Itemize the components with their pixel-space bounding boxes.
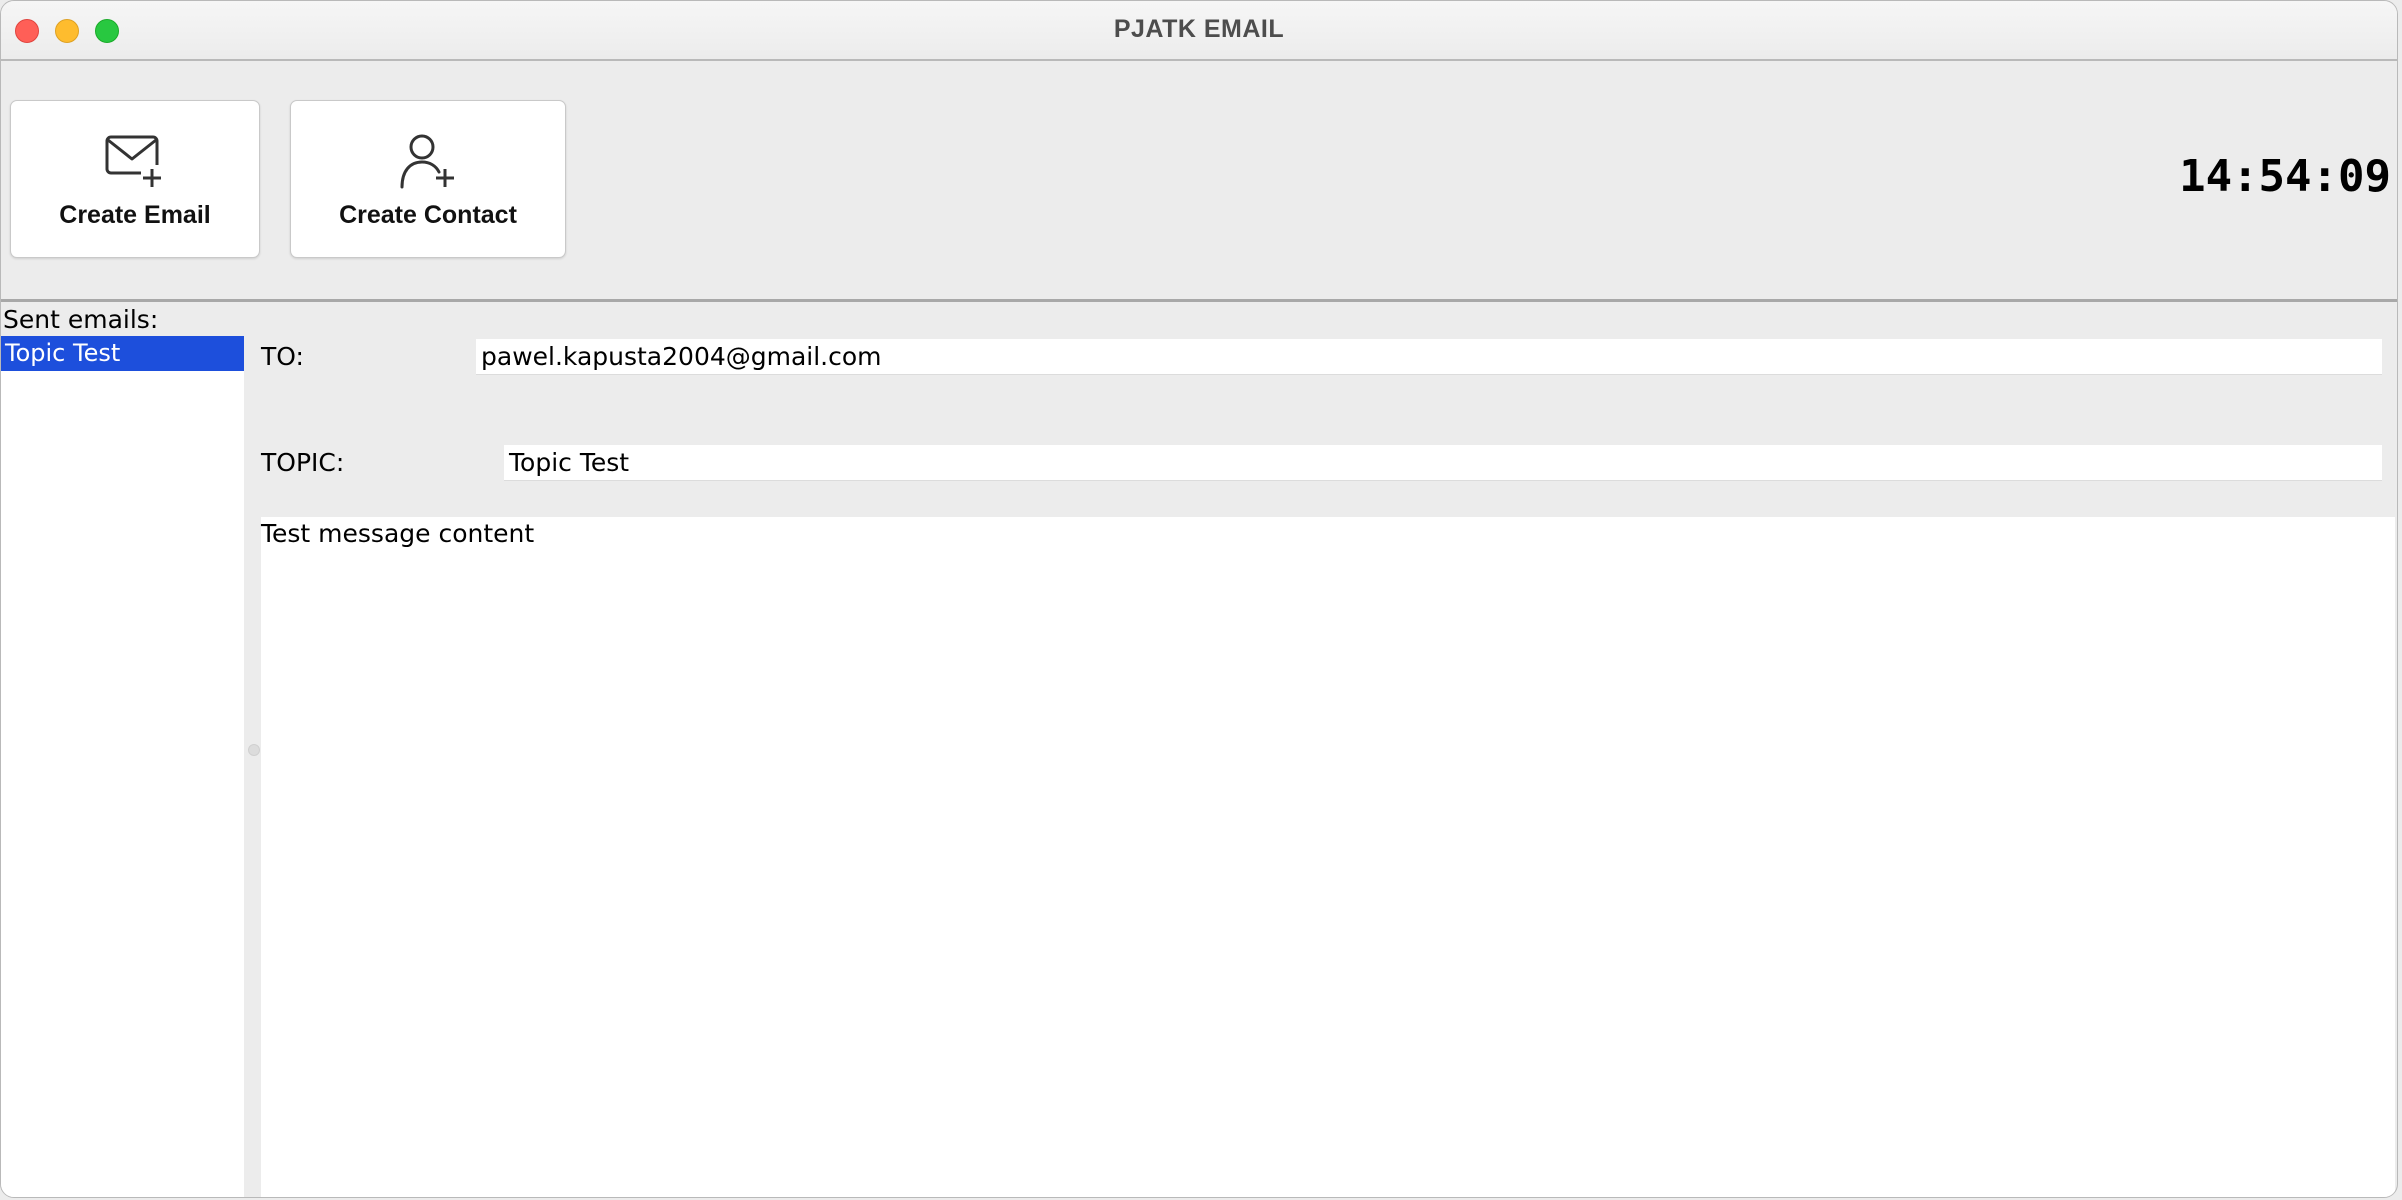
- to-field[interactable]: pawel.kapusta2004@gmail.com: [476, 339, 2382, 375]
- create-email-button[interactable]: Create Email: [10, 100, 260, 258]
- clock: 14:54:09: [2179, 151, 2391, 202]
- sent-emails-list[interactable]: Topic Test: [1, 336, 244, 1197]
- to-label: TO:: [261, 342, 304, 371]
- message-body-area[interactable]: Test message content: [261, 517, 2395, 1197]
- divider-handle[interactable]: [248, 744, 260, 756]
- user-plus-icon: [400, 134, 454, 189]
- window-title: PJATK EMAIL: [1113, 15, 1285, 43]
- create-contact-label: Create Contact: [339, 201, 517, 229]
- toolbar: Create Email Create Contact 14:54:09: [1, 61, 2397, 302]
- topic-label: TOPIC:: [261, 448, 345, 477]
- topic-field[interactable]: Topic Test: [504, 445, 2382, 481]
- sent-emails-heading: Sent emails:: [3, 305, 159, 334]
- create-contact-button[interactable]: Create Contact: [290, 100, 566, 258]
- title-bar: PJATK EMAIL: [1, 1, 2397, 61]
- split-pane-divider[interactable]: [244, 336, 261, 1197]
- create-email-label: Create Email: [59, 201, 211, 229]
- list-item[interactable]: Topic Test: [1, 336, 244, 371]
- message-body-text: Test message content: [261, 519, 535, 548]
- app-window: PJATK EMAIL Create Email Create Contact …: [0, 0, 2398, 1198]
- mail-plus-icon: [105, 135, 163, 187]
